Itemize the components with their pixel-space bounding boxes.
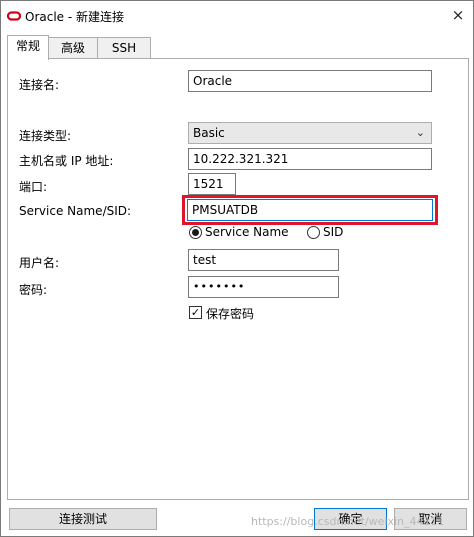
radio-sid[interactable] [307, 226, 320, 239]
user-input[interactable]: test [188, 249, 339, 271]
tab-advanced[interactable]: 高级 [48, 37, 98, 59]
watermark-text: https://blog.csdn.net/weixin_44111 [251, 515, 445, 528]
tab-general[interactable]: 常规 [7, 35, 49, 60]
dialog-window: Oracle - 新建连接 × 常规 高级 SSH 连接名: Oracle 连接… [0, 0, 474, 537]
chevron-down-icon: ⌄ [415, 126, 425, 139]
tab-ssh[interactable]: SSH [97, 37, 151, 59]
user-label: 用户名: [19, 256, 60, 270]
conn-type-select[interactable]: Basic ⌄ [188, 122, 432, 144]
window-title: Oracle - 新建连接 [25, 10, 125, 24]
host-label: 主机名或 IP 地址: [19, 154, 114, 168]
oracle-logo-icon [7, 11, 21, 21]
password-label: 密码: [19, 283, 48, 297]
conn-type-value: Basic [193, 126, 225, 140]
radio-selected-dot [192, 229, 199, 236]
port-input[interactable]: 1521 [188, 173, 236, 195]
close-button[interactable]: × [443, 1, 473, 31]
radio-service-name-label: Service Name [205, 225, 289, 239]
title-bar: Oracle - 新建连接 × [1, 1, 473, 31]
service-label: Service Name/SID: [19, 204, 132, 218]
port-label: 端口: [19, 180, 48, 194]
test-connection-button[interactable]: 连接测试 [9, 508, 157, 530]
conn-type-label: 连接类型: [19, 129, 72, 143]
conn-name-input[interactable]: Oracle [188, 70, 432, 92]
radio-service-name[interactable] [189, 226, 202, 239]
service-name-input[interactable]: PMSUATDB [187, 199, 433, 221]
conn-name-label: 连接名: [19, 78, 60, 92]
close-icon: × [451, 6, 465, 24]
save-password-label: 保存密码 [206, 307, 255, 321]
password-input[interactable]: ••••••• [188, 276, 339, 298]
save-password-checkbox[interactable]: ✓ [189, 306, 202, 319]
checkmark-icon: ✓ [190, 306, 201, 319]
radio-sid-label: SID [323, 225, 344, 239]
host-input[interactable]: 10.222.321.321 [188, 148, 432, 170]
